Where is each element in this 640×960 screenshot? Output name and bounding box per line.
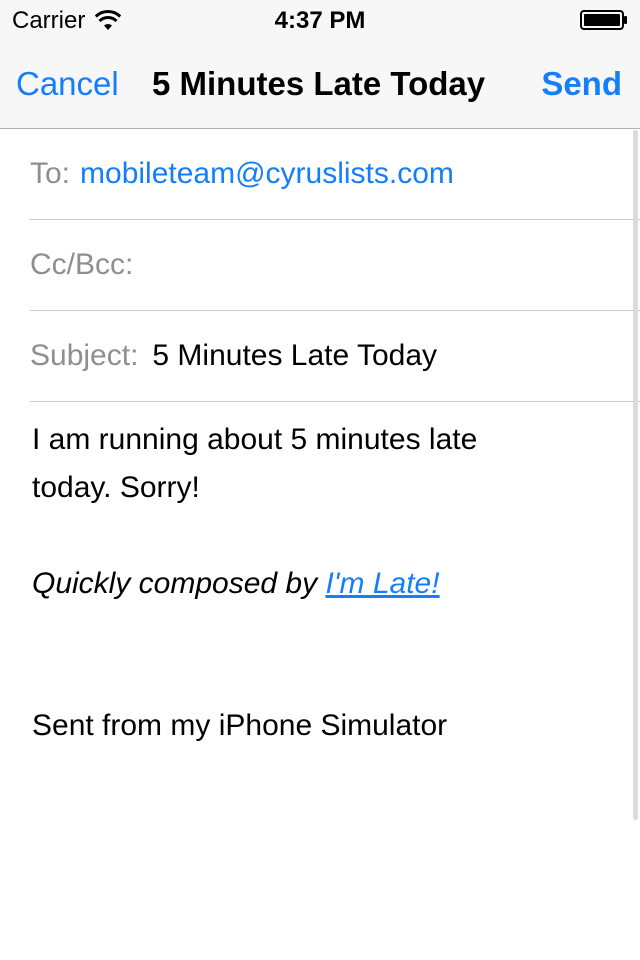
compose-screen: Carrier 4:37 PM Cancel 5 Minutes Late To… — [0, 0, 640, 960]
cancel-button[interactable]: Cancel — [16, 64, 119, 104]
to-label: To: — [30, 157, 71, 190]
scroll-indicator — [633, 130, 638, 820]
signature-prefix: Quickly composed by — [32, 567, 326, 600]
signature-line: Quickly composed by I'm Late! — [32, 560, 440, 608]
to-field-row[interactable]: To: mobileteam@cyruslists.com — [30, 129, 640, 220]
nav-title: 5 Minutes Late Today — [152, 65, 486, 102]
message-body[interactable]: I am running about 5 minutes late today.… — [32, 416, 612, 512]
to-recipient[interactable]: mobileteam@cyruslists.com — [80, 157, 454, 191]
sent-from-line: Sent from my iPhone Simulator — [32, 709, 448, 742]
subject-input[interactable]: 5 Minutes Late Today — [152, 339, 437, 373]
send-button[interactable]: Send — [541, 64, 622, 104]
navigation-bar: Carrier 4:37 PM Cancel 5 Minutes Late To… — [0, 0, 640, 129]
body-line-2: today. Sorry! — [32, 471, 200, 504]
body-line-1: I am running about 5 minutes late — [32, 423, 478, 456]
app-link[interactable]: I'm Late! — [325, 567, 439, 600]
battery-icon — [580, 10, 627, 30]
status-time: 4:37 PM — [274, 7, 366, 34]
ccbcc-label: Cc/Bcc: — [30, 248, 134, 281]
subject-field-row[interactable]: Subject: 5 Minutes Late Today — [30, 311, 640, 402]
ccbcc-field-row[interactable]: Cc/Bcc: — [30, 220, 640, 311]
subject-label: Subject: — [30, 339, 139, 372]
